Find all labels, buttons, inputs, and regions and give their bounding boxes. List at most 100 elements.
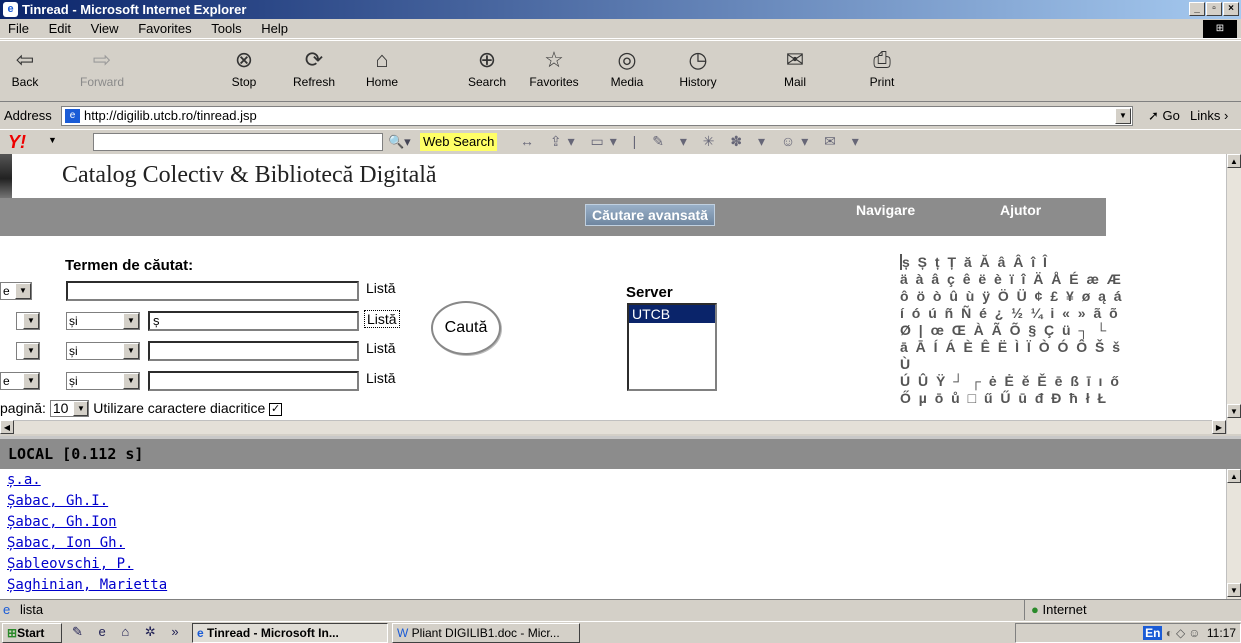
- operator-select-4[interactable]: și ▼: [66, 372, 140, 390]
- quick-launch-icons[interactable]: ✎ e ⌂ ✲ »: [72, 624, 185, 640]
- menu-favorites[interactable]: Favorites: [130, 19, 199, 39]
- scroll-down-icon[interactable]: ▼: [1227, 583, 1241, 597]
- field-select-1[interactable]: e ▼: [0, 282, 32, 300]
- diacritics-checkbox[interactable]: ✓: [269, 402, 283, 416]
- search-term-input-3[interactable]: [148, 341, 359, 361]
- language-indicator[interactable]: En: [1143, 626, 1163, 640]
- menu-file[interactable]: File: [0, 19, 37, 39]
- diacritics-line[interactable]: Ú Û Ÿ ┘ ┌ ė Ė ě Ě ē ß ī ı ő: [900, 373, 1226, 390]
- operator-select-2[interactable]: și ▼: [66, 312, 140, 330]
- yahoo-logo[interactable]: Y!: [8, 132, 26, 152]
- scroll-left-icon[interactable]: ◀: [0, 420, 14, 434]
- result-link[interactable]: ș.a.: [7, 472, 41, 488]
- status-bar: e lista ● Internet: [0, 599, 1241, 620]
- ie-task-icon: e: [197, 626, 204, 640]
- field-select-4[interactable]: e ▼: [0, 372, 40, 390]
- result-link[interactable]: Șabac, Ion Gh.: [7, 535, 125, 551]
- result-link[interactable]: Șaghinian, Marietta: [7, 577, 167, 593]
- favorites-button[interactable]: ☆ Favorites: [519, 45, 589, 89]
- web-search-button[interactable]: Web Search: [420, 133, 498, 151]
- yahoo-search-input[interactable]: [93, 133, 383, 151]
- nav-advanced-search[interactable]: Căutare avansată: [585, 204, 715, 226]
- scroll-right-icon[interactable]: ▶: [1212, 420, 1226, 434]
- diacritics-line[interactable]: ș Ș ț Ț ă Ă â Â î Î: [900, 254, 1226, 271]
- favorites-icon: ☆: [544, 47, 564, 72]
- refresh-button[interactable]: ⟳ Refresh: [286, 45, 342, 89]
- media-button[interactable]: ◎ Media: [604, 45, 650, 89]
- scroll-up-icon[interactable]: ▲: [1227, 154, 1241, 168]
- page-icon: e: [65, 109, 80, 123]
- minimize-button[interactable]: _: [1189, 2, 1205, 16]
- close-button[interactable]: ×: [1223, 2, 1239, 16]
- task-tinread[interactable]: e Tinread - Microsoft In...: [192, 623, 388, 643]
- search-term-input-1[interactable]: [66, 281, 359, 301]
- results-list: ș.a. Șabac, Gh.I. Șabac, Gh.Ion Șabac, I…: [0, 469, 1226, 599]
- operator-select-3[interactable]: și ▼: [66, 342, 140, 360]
- scroll-down-icon[interactable]: ▼: [1227, 404, 1241, 418]
- field-select-3[interactable]: ▼: [16, 342, 40, 360]
- chevron-down-icon: ▼: [73, 401, 89, 416]
- diacritics-line[interactable]: ô ö ò û ù ÿ Ö Ü ¢ £ ¥ ø ą á: [900, 288, 1226, 305]
- lista-link-4[interactable]: Listă: [366, 370, 396, 386]
- address-input[interactable]: e http://digilib.utcb.ro/tinread.jsp: [61, 106, 1133, 126]
- menu-tools[interactable]: Tools: [203, 19, 249, 39]
- maximize-button[interactable]: ▫: [1206, 2, 1222, 16]
- result-link[interactable]: Șabac, Gh.Ion: [7, 514, 117, 530]
- menu-edit[interactable]: Edit: [41, 19, 79, 39]
- field-select-2[interactable]: ▼: [16, 312, 40, 330]
- diacritics-line[interactable]: Ø | œ Œ À Ã Õ § Ç ü ┐ └: [900, 322, 1226, 339]
- search-term-input-2[interactable]: ș: [148, 311, 359, 331]
- search-globe-icon: ⊕: [477, 47, 497, 72]
- yahoo-toolbar: Y! ▼ 🔍▾ Web Search ↔ ⇪▾ ▭▾ | ✎ ▾ ✳ ✽ ▾ ☺…: [0, 129, 1241, 153]
- per-page-label: pagină:: [0, 400, 46, 416]
- server-listbox[interactable]: UTCB: [627, 303, 717, 391]
- internet-globe-icon: ●: [1031, 602, 1039, 617]
- lista-link-2[interactable]: Listă: [364, 310, 400, 328]
- search-term-input-4[interactable]: [148, 371, 359, 391]
- lista-link-3[interactable]: Listă: [366, 340, 396, 356]
- result-link[interactable]: Șabac, Gh.I.: [7, 493, 108, 509]
- yahoo-toolbar-icons[interactable]: ↔ ⇪▾ ▭▾ | ✎ ▾ ✳ ✽ ▾ ☺▾ ✉ ▾: [520, 133, 865, 150]
- tray-icons[interactable]: ◐◇☺: [1166, 626, 1204, 640]
- system-tray: En ◐◇☺ 11:17: [1015, 623, 1241, 643]
- start-button[interactable]: ⊞Start: [2, 623, 62, 643]
- toolbar: ⇦ Back ⇨ Forward ⊗ Stop ⟳ Refresh ⌂ Home ⊕ Sea…: [0, 40, 1241, 102]
- mail-button[interactable]: ✉ Mail: [774, 45, 816, 89]
- chevron-down-icon: ▼: [123, 343, 139, 359]
- server-option-utcb[interactable]: UTCB: [629, 305, 715, 323]
- diacritics-line[interactable]: ā Ā Í Á È Ê Ë Ì Ï Ò Ó Ô Š š: [900, 339, 1226, 356]
- status-text: lista: [20, 602, 44, 617]
- ie-icon: e: [3, 2, 18, 17]
- stop-button[interactable]: ⊗ Stop: [224, 45, 264, 89]
- lista-link-1[interactable]: Listă: [366, 280, 396, 296]
- vertical-scrollbar-top[interactable]: ▲ ▼: [1226, 154, 1241, 434]
- horizontal-scrollbar[interactable]: ◀ ▶: [0, 420, 1226, 434]
- diacritics-line[interactable]: ä à â ç ê ë è ï î Ä Å É æ Æ: [900, 271, 1226, 288]
- menu-help[interactable]: Help: [253, 19, 296, 39]
- search-button-cauta[interactable]: Caută: [431, 301, 501, 355]
- vertical-scrollbar-results[interactable]: ▲ ▼: [1226, 469, 1241, 599]
- back-button[interactable]: ⇦ Back: [6, 45, 44, 89]
- address-dropdown-button[interactable]: ▼: [1115, 108, 1131, 124]
- diacritics-line[interactable]: Ő µ ō ů □ ű Ű ū đ Đ ħ ł Ł: [900, 390, 1226, 407]
- yahoo-menu-dropdown-icon[interactable]: ▼: [48, 135, 57, 145]
- go-button[interactable]: ➚ Go: [1148, 108, 1180, 124]
- nav-browse[interactable]: Navigare: [856, 202, 915, 218]
- print-button[interactable]: ⎙ Print: [862, 45, 902, 89]
- scroll-up-icon[interactable]: ▲: [1227, 469, 1241, 483]
- chevron-down-icon: ▼: [23, 343, 39, 359]
- result-link[interactable]: Șableovschi, P.: [7, 556, 133, 572]
- home-button[interactable]: ⌂ Home: [358, 45, 406, 89]
- task-word-doc[interactable]: W Pliant DIGILIB1.doc - Micr...: [392, 623, 580, 643]
- forward-button[interactable]: ⇨ Forward: [76, 45, 128, 89]
- diacritics-line[interactable]: í ó ú ñ Ñ é ¿ ½ ¼ i « » ã õ: [900, 305, 1226, 322]
- menu-view[interactable]: View: [83, 19, 127, 39]
- per-page-select[interactable]: 10 ▼: [49, 400, 90, 417]
- diacritics-line[interactable]: Ù: [900, 356, 1226, 373]
- search-button[interactable]: ⊕ Search: [461, 45, 513, 89]
- address-url: http://digilib.utcb.ro/tinread.jsp: [84, 108, 257, 123]
- history-button[interactable]: ◷ History: [670, 45, 726, 89]
- links-button[interactable]: Links ›: [1190, 108, 1228, 123]
- nav-help[interactable]: Ajutor: [1000, 202, 1041, 218]
- search-term-label: Termen de căutat:: [65, 257, 194, 274]
